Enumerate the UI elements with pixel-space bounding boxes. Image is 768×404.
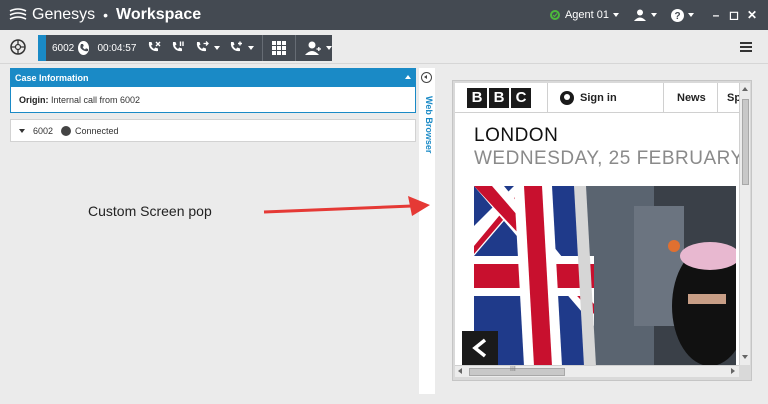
chevron-left-icon bbox=[472, 338, 487, 358]
hamburger-menu-button[interactable] bbox=[740, 42, 752, 54]
user-menu-button[interactable] bbox=[633, 8, 657, 22]
conference-call-icon bbox=[231, 41, 243, 52]
scroll-left-icon[interactable] bbox=[458, 368, 462, 374]
bbc-logo-letter: B bbox=[489, 87, 509, 108]
collapse-panel-icon[interactable] bbox=[421, 72, 432, 83]
restore-button[interactable]: ◻ bbox=[726, 0, 742, 30]
case-information-title: Case Information bbox=[15, 73, 89, 83]
user-icon bbox=[634, 9, 646, 21]
genesys-logo: Genesys bbox=[8, 6, 95, 24]
annotation-text: Custom Screen pop bbox=[88, 203, 212, 219]
case-information-panel: Case Information Origin: Internal call f… bbox=[10, 68, 416, 113]
vertical-scrollbar[interactable] bbox=[739, 83, 750, 365]
chevron-down-icon bbox=[325, 46, 332, 50]
dialpad-button[interactable] bbox=[271, 40, 287, 56]
bbc-logo[interactable]: B B C bbox=[467, 87, 533, 108]
close-button[interactable]: ✕ bbox=[744, 0, 760, 30]
dialpad-icon bbox=[272, 41, 287, 55]
case-information-header[interactable]: Case Information bbox=[11, 69, 415, 87]
chevron-down-icon bbox=[651, 13, 657, 17]
header-divider bbox=[547, 83, 548, 113]
annotation-arrow-icon bbox=[263, 196, 430, 216]
header-divider bbox=[717, 83, 718, 113]
account-icon[interactable] bbox=[560, 90, 574, 105]
call-number: 6002 bbox=[52, 42, 75, 54]
scroll-up-icon[interactable] bbox=[742, 87, 748, 91]
consult-agent-icon bbox=[304, 41, 321, 55]
end-call-icon bbox=[149, 41, 161, 52]
conference-call-button[interactable] bbox=[228, 40, 255, 56]
chevron-down-icon bbox=[688, 13, 694, 17]
scroll-grip: III bbox=[510, 366, 516, 373]
scroll-down-icon[interactable] bbox=[742, 355, 748, 359]
chevron-down-icon bbox=[613, 13, 619, 17]
title-bar: Genesys • Workspace Agent 01 ? – ◻ ✕ bbox=[0, 0, 768, 30]
call-party-row[interactable]: 6002 Connected bbox=[10, 119, 416, 142]
party-status: Connected bbox=[75, 125, 119, 136]
active-call-bar: 6002 00:04:57 bbox=[38, 35, 332, 61]
origin-value: Internal call from 6002 bbox=[51, 95, 141, 105]
call-accent-strip bbox=[38, 35, 46, 61]
hold-call-icon bbox=[173, 41, 185, 52]
transfer-call-icon bbox=[197, 41, 210, 52]
nav-sport-link[interactable]: Sp bbox=[727, 92, 739, 104]
compass-icon bbox=[10, 39, 26, 55]
phone-icon bbox=[78, 41, 90, 55]
web-page-view: B B C Sign in News Sp LONDON WEDNESDAY, … bbox=[455, 83, 739, 365]
end-call-button[interactable] bbox=[146, 40, 162, 56]
bbc-logo-letter: C bbox=[511, 87, 531, 108]
weather-date: WEDNESDAY, 25 FEBRUARY bbox=[474, 148, 739, 169]
bbc-header: B B C Sign in News Sp bbox=[455, 83, 739, 113]
horizontal-scrollbar[interactable]: III bbox=[455, 365, 739, 377]
news-photo[interactable] bbox=[474, 186, 736, 365]
weather-city: LONDON bbox=[474, 125, 559, 146]
consult-agent-button[interactable] bbox=[304, 40, 332, 56]
app-title: Workspace bbox=[116, 6, 202, 23]
sign-in-link[interactable]: Sign in bbox=[580, 92, 617, 104]
svg-text:?: ? bbox=[674, 11, 680, 22]
case-origin-row: Origin: Internal call from 6002 bbox=[11, 87, 415, 105]
help-menu-button[interactable]: ? bbox=[671, 8, 694, 22]
call-timer: 00:04:57 bbox=[97, 42, 137, 54]
help-icon: ? bbox=[671, 8, 684, 22]
main-menu-button[interactable] bbox=[10, 39, 26, 60]
horizontal-scroll-thumb[interactable]: III bbox=[469, 366, 565, 376]
ready-status-icon bbox=[549, 10, 560, 20]
origin-label: Origin: bbox=[19, 95, 49, 105]
bbc-logo-letter: B bbox=[467, 87, 487, 108]
chevron-down-icon bbox=[248, 46, 255, 50]
transfer-call-button[interactable] bbox=[194, 40, 221, 56]
web-browser-panel: B B C Sign in News Sp LONDON WEDNESDAY, … bbox=[452, 80, 752, 381]
union-flag-photo bbox=[474, 186, 736, 365]
hold-call-button[interactable] bbox=[170, 40, 186, 56]
phone-icon bbox=[61, 125, 72, 136]
vertical-scroll-thumb[interactable] bbox=[742, 99, 749, 185]
agent-name: Agent 01 bbox=[564, 9, 609, 21]
genesys-logo-icon bbox=[9, 8, 27, 20]
chevron-down-icon[interactable] bbox=[19, 128, 25, 133]
carousel-back-button[interactable] bbox=[462, 331, 498, 365]
header-divider bbox=[663, 83, 664, 113]
main-toolbar: 6002 00:04:57 bbox=[0, 30, 768, 64]
chevron-up-icon[interactable] bbox=[405, 75, 411, 79]
nav-news-link[interactable]: News bbox=[677, 92, 706, 104]
web-browser-tab[interactable]: Web Browser bbox=[420, 96, 434, 160]
brand-name: Genesys bbox=[32, 6, 96, 23]
title-separator: • bbox=[103, 7, 109, 23]
workspace-window: Genesys • Workspace Agent 01 ? – ◻ ✕ 600… bbox=[0, 0, 768, 404]
scroll-right-icon[interactable] bbox=[731, 368, 735, 374]
toolbar-divider bbox=[295, 35, 296, 61]
chevron-down-icon bbox=[214, 46, 221, 50]
agent-status-menu[interactable]: Agent 01 bbox=[549, 9, 619, 21]
minimize-button[interactable]: – bbox=[708, 0, 724, 30]
party-number: 6002 bbox=[33, 125, 54, 136]
toolbar-divider bbox=[262, 35, 264, 61]
